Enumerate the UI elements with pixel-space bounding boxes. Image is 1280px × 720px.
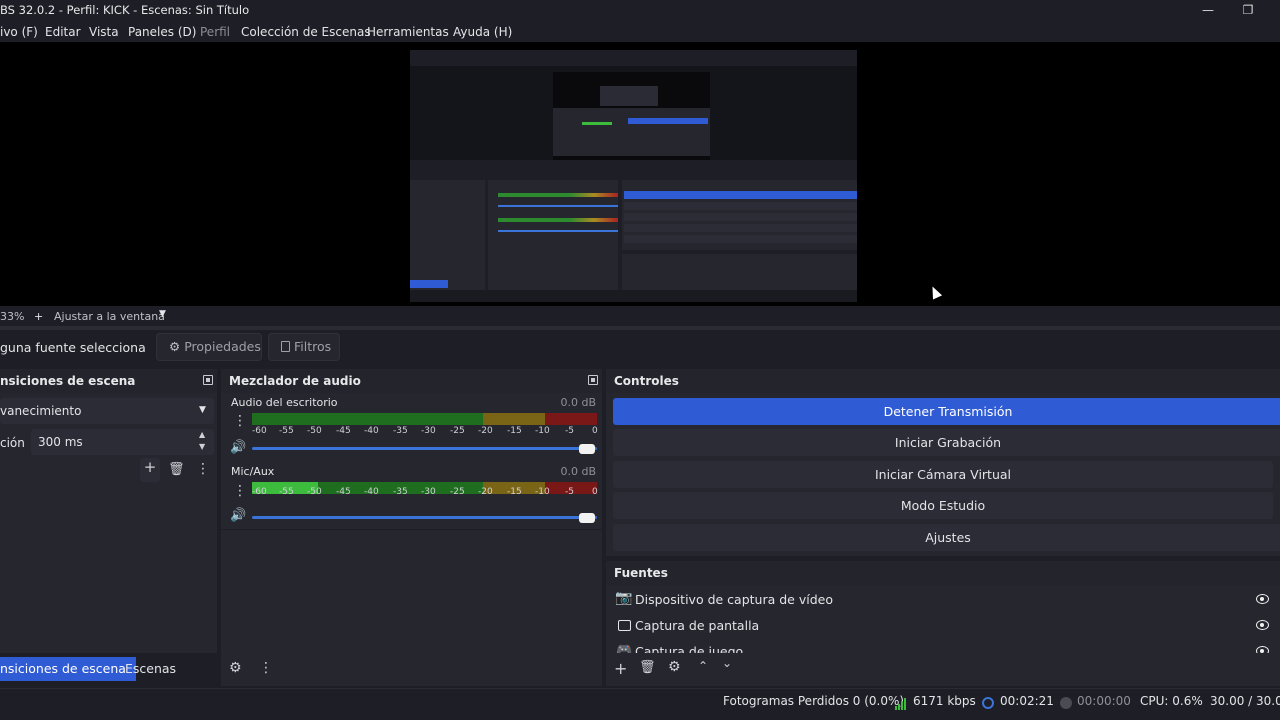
zoom-dropdown-chevron-icon[interactable]: ▼ [159, 309, 166, 319]
menu-edit[interactable]: Editar [45, 25, 81, 39]
volume-slider-handle[interactable] [579, 444, 595, 454]
channel-name: Audio del escritorio [231, 396, 338, 409]
start-virtual-camera-button[interactable]: Iniciar Cámara Virtual [613, 461, 1273, 488]
channel-name: Mic/Aux [231, 465, 275, 478]
chevron-down-icon: ▼ [199, 405, 206, 415]
record-icon [1060, 697, 1072, 709]
more-options-icon[interactable]: ⋮ [259, 660, 273, 676]
visibility-eye-icon[interactable] [1256, 594, 1269, 604]
transition-select-value: vanecimiento [0, 404, 82, 418]
gear-icon: ⚙ [169, 339, 181, 354]
menu-profile[interactable]: Perfil [200, 25, 230, 39]
sources-toolbar: + 🗑 ⚙ ⌃ ⌄ [606, 653, 1280, 686]
fps: 30.00 / 30.00 [1210, 694, 1280, 708]
visibility-eye-icon[interactable] [1256, 646, 1269, 653]
volume-meter [252, 413, 597, 425]
speaker-icon[interactable]: 🔊 [230, 508, 246, 523]
gear-icon[interactable]: ⚙ [668, 659, 681, 675]
status-bar: Fotogramas Perdidos 0 (0.0%) 6171 kbps 0… [0, 688, 1280, 720]
signal-bars-icon [895, 698, 908, 710]
source-item[interactable]: 📷 Dispositivo de captura de vídeo [615, 588, 1280, 612]
no-source-label: guna fuente selecciona [0, 340, 146, 355]
streaming-icon [982, 697, 994, 709]
title-bar: BS 32.0.2 - Perfil: KICK - Escenas: Sin … [0, 0, 1280, 22]
menu-view[interactable]: Vista [89, 25, 119, 39]
menu-scene-collection[interactable]: Colección de Escenas [241, 25, 371, 39]
menu-docks[interactable]: Paneles (D) [128, 25, 196, 39]
source-item[interactable]: Captura de pantalla [615, 614, 1280, 638]
meter-ticks: -60 -55 -50 -45 -40 -35 -30 -25 -20 -15 … [252, 487, 598, 497]
properties-button[interactable]: ⚙ Propiedades [156, 333, 262, 361]
sources-title: Fuentes [606, 561, 1280, 585]
source-item[interactable]: 🎮 Captura de juego [615, 640, 1280, 653]
record-time: 00:00:00 [1077, 694, 1131, 708]
add-icon[interactable]: + [614, 659, 627, 678]
zoom-in-button[interactable]: + [34, 310, 43, 323]
minimize-icon[interactable]: — [1200, 2, 1216, 18]
duration-spinbox[interactable]: 300 ms ▲ ▼ [31, 429, 214, 455]
properties-label: Propiedades [184, 339, 261, 354]
monitor-icon [618, 620, 631, 631]
camera-icon: 📷 [615, 590, 633, 606]
preview-canvas[interactable] [410, 50, 857, 302]
more-options-icon[interactable]: ⋮ [233, 483, 247, 499]
cpu-usage: CPU: 0.6% [1140, 694, 1203, 708]
trash-icon[interactable]: 🗑 [639, 660, 656, 675]
menu-bar: ivo (F) Editar Vista Paneles (D) Perfil … [0, 22, 1280, 42]
volume-slider-handle[interactable] [579, 513, 595, 523]
speaker-icon[interactable]: 🔊 [230, 440, 246, 455]
transitions-title: nsiciones de escena [0, 369, 217, 393]
chevron-down-icon[interactable]: ▼ [199, 442, 205, 451]
visibility-eye-icon[interactable] [1256, 620, 1269, 630]
trash-icon[interactable]: 🗑 [168, 462, 185, 477]
divider [221, 529, 602, 530]
mixer-toolbar: ⚙ ⋮ [221, 653, 602, 686]
settings-button[interactable]: Ajustes [613, 524, 1280, 551]
controls-title: Controles [606, 369, 1280, 393]
undock-icon[interactable] [203, 375, 213, 385]
move-up-icon[interactable]: ⌃ [698, 659, 708, 673]
menu-tools[interactable]: Herramientas [367, 25, 449, 39]
fit-to-window-label[interactable]: Ajustar a la ventana [54, 310, 165, 323]
add-icon[interactable]: + [140, 458, 160, 482]
source-name: Captura de pantalla [635, 618, 760, 633]
stream-time: 00:02:21 [1000, 694, 1054, 708]
duration-value: 300 ms [38, 435, 83, 449]
gamepad-icon: 🎮 [616, 643, 633, 653]
more-options-icon[interactable]: ⋮ [233, 413, 247, 429]
volume-slider-track[interactable] [252, 447, 597, 450]
filters-button[interactable]: Filtros [268, 333, 340, 361]
restore-icon[interactable]: ❐ [1240, 2, 1256, 18]
source-name: Dispositivo de captura de vídeo [635, 592, 833, 607]
channel-db: 0.0 dB [560, 465, 596, 478]
bitrate: 6171 kbps [913, 694, 976, 708]
zoom-level: 33% [0, 310, 25, 323]
move-down-icon[interactable]: ⌄ [722, 656, 732, 670]
stop-streaming-button[interactable]: Detener Transmisión [613, 398, 1280, 425]
dropped-frames: Fotogramas Perdidos 0 (0.0%) [723, 694, 905, 708]
more-options-icon[interactable]: ⋮ [196, 461, 210, 477]
tab-scenes[interactable]: Escenas [115, 657, 186, 681]
volume-slider-track[interactable] [252, 516, 597, 519]
filter-icon [281, 341, 290, 352]
chevron-up-icon[interactable]: ▲ [199, 430, 205, 439]
audio-mixer-dock: Mezclador de audio Audio del escritorio … [221, 369, 602, 653]
window-title: BS 32.0.2 - Perfil: KICK - Escenas: Sin … [0, 3, 250, 17]
transitions-dock: nsiciones de escena vanecimiento ▼ ción … [0, 369, 217, 653]
filters-label: Filtros [293, 339, 332, 354]
meter-ticks: -60 -55 -50 -45 -40 -35 -30 -25 -20 -15 … [252, 426, 598, 436]
start-recording-button[interactable]: Iniciar Grabación [613, 429, 1280, 456]
menu-file[interactable]: ivo (F) [0, 25, 38, 39]
transition-select[interactable]: vanecimiento ▼ [0, 398, 214, 424]
studio-mode-button[interactable]: Modo Estudio [613, 492, 1273, 519]
menu-help[interactable]: Ayuda (H) [453, 25, 512, 39]
source-name: Captura de juego [635, 644, 744, 653]
gear-icon[interactable]: ⚙ [229, 660, 242, 676]
duration-label: ción [0, 436, 25, 450]
channel-db: 0.0 dB [560, 396, 596, 409]
mixer-title: Mezclador de audio [221, 369, 602, 393]
zoom-bar: 33% + Ajustar a la ventana ▼ [0, 306, 1280, 326]
undock-icon[interactable] [588, 375, 598, 385]
